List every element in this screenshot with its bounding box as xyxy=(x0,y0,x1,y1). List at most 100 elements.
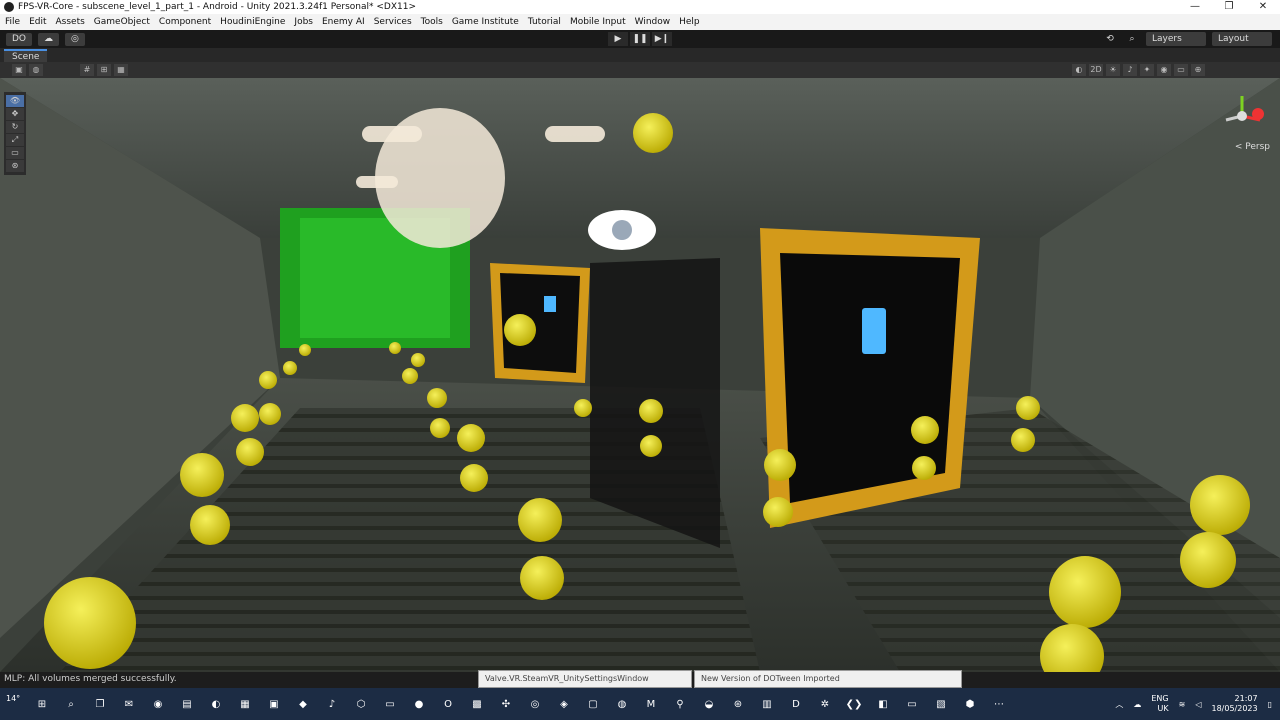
chat-icon[interactable]: ✉ xyxy=(117,692,141,716)
search-icon[interactable]: ⌕ xyxy=(1124,32,1140,46)
store-icon[interactable]: ▦ xyxy=(233,692,257,716)
title-bar: FPS-VR-Core - subscene_level_1_part_1 - … xyxy=(0,0,1280,14)
notification-icon[interactable]: ▯ xyxy=(1268,700,1272,709)
wifi-icon[interactable]: ≋ xyxy=(1179,700,1186,709)
close-button[interactable]: ✕ xyxy=(1246,0,1280,14)
app-icon[interactable]: ⊛ xyxy=(726,692,750,716)
app-icon[interactable]: ◍ xyxy=(610,692,634,716)
chrome-icon[interactable]: ◉ xyxy=(146,692,170,716)
app-icon[interactable]: ◆ xyxy=(291,692,315,716)
camera-icon[interactable]: ▭ xyxy=(1174,64,1188,76)
lighting-icon[interactable]: ☀ xyxy=(1106,64,1120,76)
minimize-button[interactable]: — xyxy=(1178,0,1212,14)
app-icon[interactable]: ▭ xyxy=(900,692,924,716)
edge-icon[interactable]: ◐ xyxy=(204,692,228,716)
projection-label[interactable]: < Persp xyxy=(1235,142,1270,152)
grid-icon[interactable]: # xyxy=(80,64,94,76)
step-button[interactable]: ▶❙ xyxy=(652,32,672,46)
rotate-tool-icon[interactable]: ↻ xyxy=(6,121,24,133)
move-tool-icon[interactable]: ✥ xyxy=(6,108,24,120)
play-button[interactable]: ▶ xyxy=(608,32,628,46)
cloud-icon[interactable]: ☁ xyxy=(1133,700,1141,709)
vscode-icon[interactable]: ❮❯ xyxy=(842,692,866,716)
volume-icon[interactable]: ◁ xyxy=(1195,700,1201,709)
outlook-icon[interactable]: O xyxy=(436,692,460,716)
pause-button[interactable]: ❚❚ xyxy=(630,32,650,46)
app-icon[interactable]: ▣ xyxy=(262,692,286,716)
increment-snap-icon[interactable]: ▦ xyxy=(114,64,128,76)
notification-steamvr[interactable]: Valve.VR.SteamVR_UnitySettingsWindow xyxy=(478,670,692,688)
weather-widget[interactable]: 14° xyxy=(6,694,20,703)
layers-dropdown[interactable]: Layers xyxy=(1146,32,1206,46)
scene-render xyxy=(0,78,1280,672)
tab-scene[interactable]: Scene xyxy=(4,49,48,62)
menu-component[interactable]: Component xyxy=(156,17,217,27)
app-icon[interactable]: ◒ xyxy=(697,692,721,716)
cloud-icon[interactable]: ☁ xyxy=(38,32,60,46)
visibility-icon[interactable]: ◉ xyxy=(1157,64,1171,76)
menu-enemy-ai[interactable]: Enemy AI xyxy=(319,17,371,27)
collab-icon[interactable]: ◎ xyxy=(65,32,85,46)
app-icon[interactable]: ◧ xyxy=(871,692,895,716)
clock[interactable]: 21:07 18/05/2023 xyxy=(1211,694,1257,714)
app-icon[interactable]: D xyxy=(784,692,808,716)
menu-window[interactable]: Window xyxy=(632,17,677,27)
menu-mobile-input[interactable]: Mobile Input xyxy=(567,17,632,27)
chevron-up-icon[interactable]: ︿ xyxy=(1115,699,1123,710)
menu-edit[interactable]: Edit xyxy=(26,17,52,27)
app-icon[interactable]: ▥ xyxy=(755,692,779,716)
orientation-gizmo-icon[interactable] xyxy=(1216,90,1268,142)
task-view-icon[interactable]: ❐ xyxy=(88,692,112,716)
app-icon[interactable]: ▩ xyxy=(465,692,489,716)
snap-icon[interactable]: ⊞ xyxy=(97,64,111,76)
app-icon[interactable]: ◈ xyxy=(552,692,576,716)
app-icon[interactable]: ▢ xyxy=(581,692,605,716)
language-indicator[interactable]: ENG UK xyxy=(1151,694,1168,714)
rect-tool-icon[interactable]: ▭ xyxy=(6,147,24,159)
file-explorer-icon[interactable]: ▤ xyxy=(175,692,199,716)
shading-icon[interactable]: ◐ xyxy=(1072,64,1086,76)
menu-file[interactable]: File xyxy=(2,17,26,27)
app-icon[interactable]: M xyxy=(639,692,663,716)
start-icon[interactable]: ⊞ xyxy=(30,692,54,716)
terminal-icon[interactable]: ▭ xyxy=(378,692,402,716)
maximize-button[interactable]: ❐ xyxy=(1212,0,1246,14)
menu-help[interactable]: Help xyxy=(676,17,706,27)
menu-assets[interactable]: Assets xyxy=(53,17,91,27)
mode-2d-button[interactable]: 2D xyxy=(1089,64,1103,76)
github-icon[interactable]: ● xyxy=(407,692,431,716)
menu-gameobject[interactable]: GameObject xyxy=(91,17,156,27)
menu-tools[interactable]: Tools xyxy=(418,17,449,27)
draw-mode-icon[interactable]: ▣ xyxy=(12,64,26,76)
gizmos-icon[interactable]: ⊕ xyxy=(1191,64,1205,76)
menu-game-institute[interactable]: Game Institute xyxy=(449,17,525,27)
more-icon[interactable]: ⋯ xyxy=(987,692,1011,716)
scale-tool-icon[interactable]: ⤢ xyxy=(6,134,24,146)
view-tool-icon[interactable]: 👁 xyxy=(6,95,24,107)
record-icon[interactable]: ◎ xyxy=(523,692,547,716)
app-icon[interactable]: ✲ xyxy=(813,692,837,716)
taskbar-apps: ⊞ ⌕ ❐ ✉ ◉ ▤ ◐ ▦ ▣ ◆ ♪ ⬡ ▭ ● O ▩ ✣ ◎ ◈ ▢ … xyxy=(30,692,1011,716)
notification-dotween[interactable]: New Version of DOTween Imported xyxy=(694,670,962,688)
search-icon[interactable]: ⌕ xyxy=(59,692,83,716)
unity-icon[interactable]: ⬡ xyxy=(349,692,373,716)
menu-tutorial[interactable]: Tutorial xyxy=(525,17,567,27)
render-mode-icon[interactable]: ◍ xyxy=(29,64,43,76)
account-dropdown[interactable]: DO xyxy=(6,32,33,46)
menu-services[interactable]: Services xyxy=(371,17,418,27)
scene-toolbar: ▣ ◍ # ⊞ ▦ ◐ 2D ☀ ♪ ✦ ◉ ▭ ⊕ xyxy=(0,62,1280,78)
menu-jobs[interactable]: Jobs xyxy=(291,17,319,27)
layout-dropdown[interactable]: Layout xyxy=(1212,32,1272,46)
app-icon[interactable]: ▧ xyxy=(929,692,953,716)
app-icon[interactable]: ✣ xyxy=(494,692,518,716)
history-icon[interactable]: ⟲ xyxy=(1102,32,1118,46)
audio-icon[interactable]: ♪ xyxy=(1123,64,1137,76)
maps-icon[interactable]: ⚲ xyxy=(668,692,692,716)
transform-tool-icon[interactable]: ⊛ xyxy=(6,160,24,172)
music-icon[interactable]: ♪ xyxy=(320,692,344,716)
menu-houdiniengine[interactable]: HoudiniEngine xyxy=(217,17,291,27)
unity-app-icon xyxy=(4,2,14,12)
unity-hub-icon[interactable]: ⬢ xyxy=(958,692,982,716)
effects-icon[interactable]: ✦ xyxy=(1140,64,1154,76)
scene-viewport[interactable]: 👁 ✥ ↻ ⤢ ▭ ⊛ < Persp xyxy=(0,78,1280,672)
